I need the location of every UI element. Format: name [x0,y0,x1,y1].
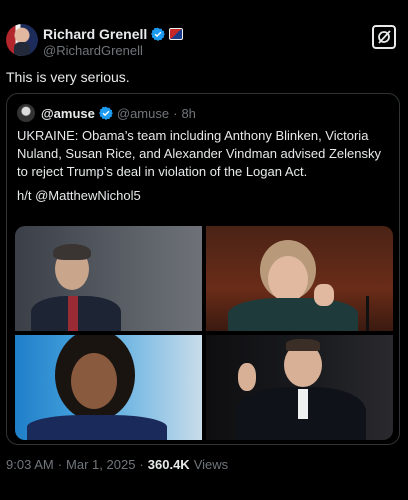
media-photo-4[interactable] [206,335,393,440]
media-photo-2[interactable] [206,226,393,331]
author-name-row: Richard Grenell [43,26,184,42]
author-handle[interactable]: @RichardGrenell [43,43,143,58]
author-name[interactable]: Richard Grenell [43,26,147,42]
verified-badge-icon [98,106,113,120]
author-avatar[interactable] [6,24,38,56]
meta-separator: · [57,457,63,472]
tweet-text: This is very serious. [6,69,130,85]
tweet-meta: 9:03 AM · Mar 1, 2025 · 360.4K Views [6,457,228,472]
quoted-tweet-header: @amuse @amuse · 8h [17,104,196,122]
quoted-media-grid [15,226,393,440]
media-photo-3[interactable] [15,335,202,440]
grok-icon [378,30,391,44]
verified-badge-icon [151,27,166,41]
affiliation-badge-icon [169,28,184,40]
tweet-date[interactable]: Mar 1, 2025 [66,457,135,472]
meta-separator: · [139,457,144,472]
quoted-hat-tip: h/t @MatthewNichol5 [17,188,141,203]
views-label: Views [193,457,229,472]
quoted-dot-separator: · [173,105,178,121]
tweet-time[interactable]: 9:03 AM [6,457,54,472]
grok-button[interactable] [372,25,396,49]
quoted-author-name: @amuse [41,105,95,121]
quoted-tweet-text: UKRAINE: Obama’s team including Anthony … [17,128,381,179]
media-photo-1[interactable] [15,226,202,331]
quoted-timestamp: 8h [181,105,196,121]
views-count: 360.4K [147,457,190,472]
quoted-tweet[interactable]: @amuse @amuse · 8h UKRAINE: Obama’s team… [6,93,400,445]
tweet-header: Richard Grenell @RichardGrenell [6,22,402,62]
quoted-author-handle: @amuse [116,105,170,121]
quoted-author-avatar [17,104,35,122]
